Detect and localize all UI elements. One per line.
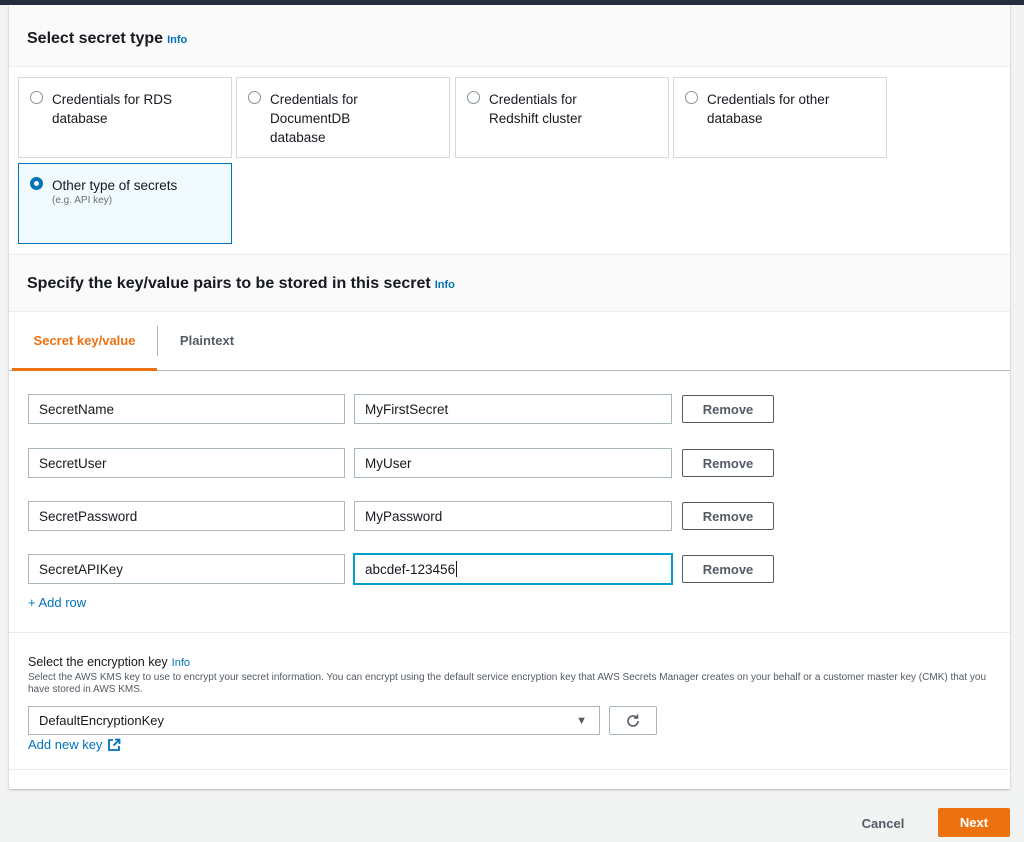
secret-key-input[interactable]: SecretPassword [28,501,345,531]
secret-type-label-documentdb: Credentials for DocumentDB database [270,92,358,145]
radio-rds[interactable] [30,91,43,104]
secret-type-card-other-secrets[interactable]: Other type of secrets (e.g. API key) [18,163,232,244]
section-divider [9,769,1010,770]
kv-section-header: Specify the key/value pairs to be stored… [9,254,1010,312]
secret-type-card-redshift[interactable]: Credentials for Redshift cluster [455,77,669,158]
secret-type-label-other-database: Credentials for other database [707,92,830,126]
secret-key-input[interactable]: SecretUser [28,448,345,478]
secret-type-desc-other-secrets: (e.g. API key) [52,195,113,206]
secret-key-input[interactable]: SecretName [28,394,345,424]
remove-row-button[interactable]: Remove [682,449,774,477]
encryption-key-selected-value: DefaultEncryptionKey [39,713,165,728]
kv-tabs: Secret key/value Plaintext [9,312,1010,371]
add-row-link[interactable]: + Add row [28,595,86,610]
secret-type-header: Select secret type Info [9,5,1010,67]
next-button[interactable]: Next [938,808,1010,837]
secret-type-card-documentdb[interactable]: Credentials for DocumentDB database [236,77,450,158]
secret-type-label-rds: Credentials for RDS database [52,92,173,126]
encryption-key-title: Select the encryption key Info [28,655,191,669]
secret-value-input[interactable]: MyFirstSecret [354,394,672,424]
radio-other-secrets[interactable] [30,177,43,190]
caret-down-icon: ▼ [576,715,587,727]
remove-row-button[interactable]: Remove [682,502,774,530]
remove-row-button[interactable]: Remove [682,555,774,583]
secret-type-card-rds[interactable]: Credentials for RDS database [18,77,232,158]
secret-value-input[interactable]: MyUser [354,448,672,478]
add-new-key-label: Add new key [28,737,103,752]
secret-form-panel: Select secret type Info Credentials for R… [9,5,1010,789]
encryption-description: Select the AWS KMS key to use to encrypt… [28,672,987,695]
text-caret [456,561,458,577]
radio-redshift[interactable] [467,91,480,104]
encryption-key-select[interactable]: DefaultEncryptionKey ▼ [28,706,600,735]
radio-documentdb[interactable] [248,91,261,104]
radio-other-database[interactable] [685,91,698,104]
tab-plaintext[interactable]: Plaintext [157,312,257,371]
secret-key-input[interactable]: SecretAPIKey [28,554,345,584]
remove-row-button[interactable]: Remove [682,395,774,423]
tab-secret-key-value[interactable]: Secret key/value [12,312,157,371]
secret-type-card-other-database[interactable]: Credentials for other database [673,77,887,158]
secret-type-label-other-secrets: Other type of secrets [52,178,178,193]
refresh-keys-button[interactable] [609,706,657,735]
kv-section-info-link[interactable]: Info [435,279,455,291]
refresh-icon [627,714,639,727]
secret-value-text: abcdef-123456 [365,561,456,577]
section-divider [9,632,1010,633]
external-link-icon [108,738,121,751]
kv-section-title: Specify the key/value pairs to be stored… [27,275,455,292]
secret-value-input-focused[interactable]: abcdef-123456 [354,554,672,584]
secret-type-info-link[interactable]: Info [167,34,187,46]
secret-value-input[interactable]: MyPassword [354,501,672,531]
add-new-key-link[interactable]: Add new key [28,737,121,752]
encryption-info-link[interactable]: Info [172,657,190,669]
secret-type-label-redshift: Credentials for Redshift cluster [489,92,583,126]
cancel-button[interactable]: Cancel [840,809,926,837]
secret-type-title: Select secret type Info [27,30,188,47]
